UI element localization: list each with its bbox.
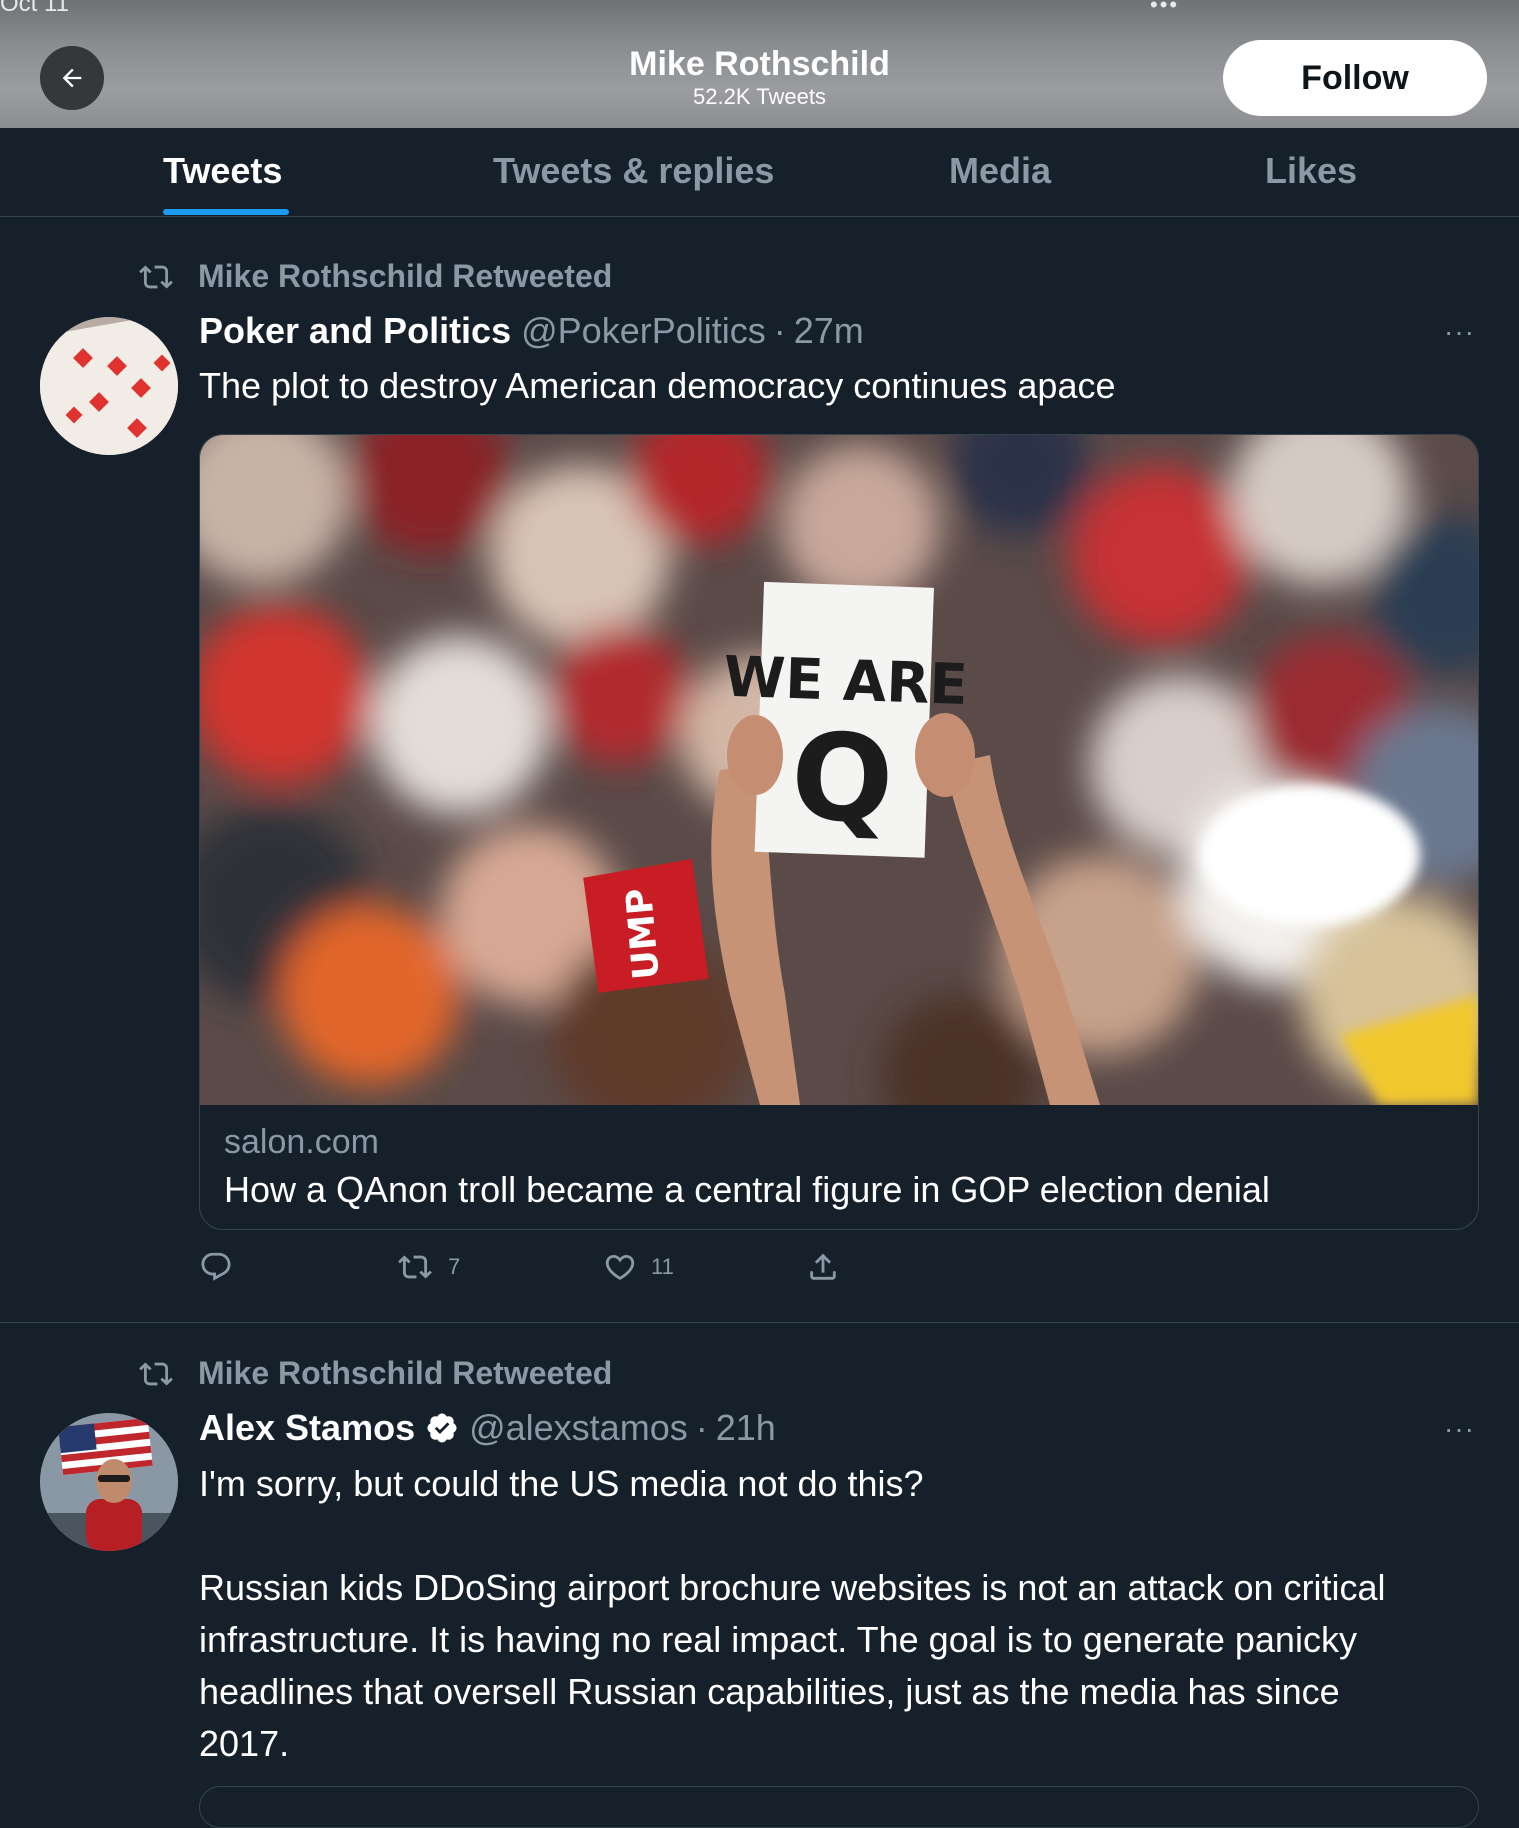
link-card-partial[interactable] [199, 1786, 1479, 1828]
retweet-context: Mike Rothschild Retweeted [134, 258, 612, 295]
retweet-button[interactable]: 7 [396, 1250, 460, 1284]
tab-tweets-and-replies[interactable]: Tweets & replies [493, 150, 774, 192]
tweet-text-line: 2017. [199, 1723, 290, 1764]
playing-card-avatar-image [40, 317, 178, 455]
card-image: WE ARE Q UMP [200, 435, 1478, 1105]
separator-dot: · [695, 1407, 708, 1448]
tweet-header: Poker and Politics @PokerPolitics · 27m [199, 310, 864, 352]
tweet-timestamp[interactable]: 27m [794, 310, 864, 352]
tweet-text-line: infrastructure. It is having no real imp… [199, 1619, 1357, 1660]
reply-icon [201, 1252, 231, 1281]
status-date: Oct 11 [0, 0, 69, 17]
tweet-timestamp[interactable]: 21h [716, 1407, 776, 1449]
hat-text: UMP [619, 886, 668, 981]
tweet-text: The plot to destroy American democracy c… [199, 365, 1116, 406]
avatar[interactable] [40, 1413, 178, 1551]
like-count: 11 [651, 1254, 674, 1279]
tab-likes[interactable]: Likes [1265, 150, 1357, 192]
author-name[interactable]: Poker and Politics [199, 310, 511, 352]
heart-icon [605, 1254, 635, 1280]
tab-tweets[interactable]: Tweets [163, 150, 282, 192]
share-button[interactable] [806, 1250, 840, 1284]
card-title: How a QAnon troll became a central figur… [224, 1169, 1270, 1210]
tweet-text-line: Russian kids DDoSing airport brochure we… [199, 1567, 1386, 1608]
retweet-action-icon [398, 1255, 432, 1279]
reply-button[interactable] [199, 1250, 247, 1284]
author-handle[interactable]: @PokerPolitics [521, 310, 766, 352]
separator-dot: · [773, 310, 786, 351]
retweet-count: 7 [448, 1254, 461, 1279]
more-options-icon[interactable]: ··· [1444, 1413, 1475, 1445]
retweet-context: Mike Rothschild Retweeted [134, 1355, 612, 1392]
retweet-icon [139, 1361, 173, 1386]
more-options-icon[interactable]: ··· [1444, 316, 1475, 348]
tab-media[interactable]: Media [949, 150, 1051, 192]
profile-header-bar: Oct 11 ••• Mike Rothschild 52.2K Tweets … [0, 0, 1519, 128]
share-icon [810, 1253, 836, 1280]
link-card[interactable]: WE ARE Q UMP salon.com How a QAnon troll… [199, 434, 1479, 1230]
tweet-header: Alex Stamos @alexstamos · 21h [199, 1407, 776, 1449]
rally-crowd-photo: WE ARE Q UMP [200, 435, 1478, 1105]
like-button[interactable]: 11 [603, 1250, 674, 1284]
retweet-icon [139, 264, 173, 289]
avatar[interactable] [40, 317, 178, 455]
status-dots: ••• [1150, 0, 1180, 17]
follow-button[interactable]: Follow [1223, 40, 1487, 116]
retweet-label: Mike Rothschild Retweeted [198, 258, 613, 294]
sign-text-q: Q [789, 708, 896, 850]
author-handle[interactable]: @alexstamos [469, 1407, 688, 1449]
author-name[interactable]: Alex Stamos [199, 1407, 415, 1449]
profile-photo-avatar-image [40, 1413, 178, 1551]
verified-badge-icon [427, 1413, 457, 1443]
profile-tabs: Tweets Tweets & replies Media Likes [0, 128, 1519, 217]
tweet-text-line: I'm sorry, but could the US media not do… [199, 1463, 924, 1504]
tweet-divider [0, 1322, 1519, 1323]
sign-text-top: WE ARE [722, 645, 968, 718]
card-domain: salon.com [224, 1123, 379, 1161]
active-tab-indicator [163, 209, 289, 215]
tweet-text-line: headlines that oversell Russian capabili… [199, 1671, 1340, 1712]
retweet-label: Mike Rothschild Retweeted [198, 1355, 613, 1391]
